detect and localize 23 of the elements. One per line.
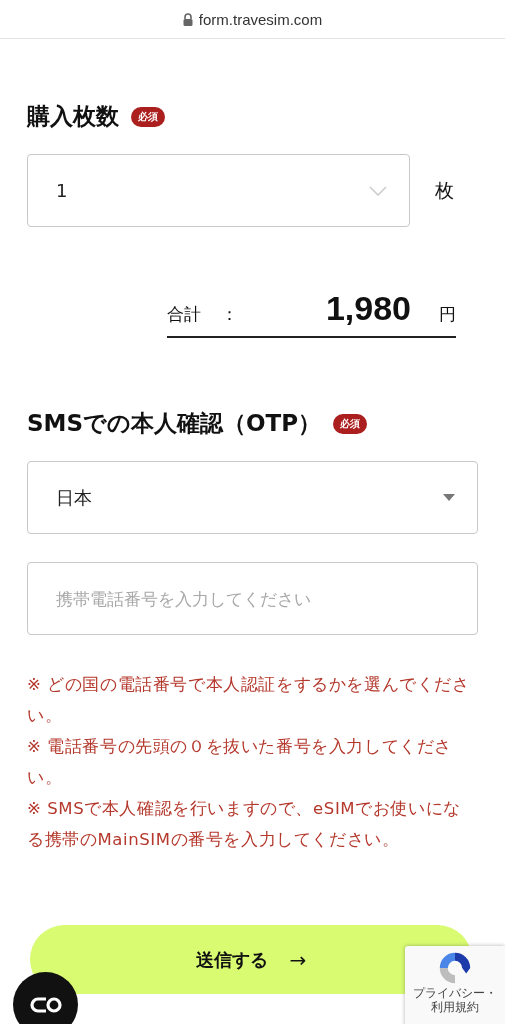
colon-text: ： — [221, 303, 238, 326]
section-title: SMSでの本人確認（OTP） — [27, 409, 322, 438]
quantity-select[interactable]: 1 — [27, 154, 410, 227]
section-title: 購入枚数 — [27, 102, 119, 131]
chat-button[interactable] — [13, 972, 78, 1024]
dropdown-triangle-icon — [443, 494, 455, 501]
lock-icon — [182, 12, 193, 26]
toggle-icon — [28, 995, 63, 1014]
phone-input[interactable]: 携帯電話番号を入力してください — [27, 562, 478, 635]
note-text: ※ どの国の電話番号で本人認証をするかを選んでください。 — [27, 674, 471, 727]
separator-text: ・ — [485, 986, 497, 1000]
required-badge: 必須 — [333, 413, 368, 434]
chevron-down-icon — [369, 185, 387, 196]
required-badge: 必須 — [131, 106, 165, 127]
total-amount: 1,980 — [325, 289, 411, 328]
unit-label: 枚 — [435, 177, 454, 203]
terms-link[interactable]: 利用規約 — [431, 1000, 479, 1014]
note-text: ※ 電話番号の先頭の０を抜いた番号を入力してください。 — [27, 736, 454, 789]
currency-label: 円 — [439, 303, 456, 326]
url-text: form.travesim.com — [198, 10, 323, 28]
total-label: 合計 — [167, 303, 201, 326]
note-text: ※ SMSで本人確認を行いますので、eSIMでお使いになる携帯のMainSIMの番号を入力してください。 — [27, 798, 462, 851]
country-select[interactable]: 日本 — [27, 461, 478, 534]
